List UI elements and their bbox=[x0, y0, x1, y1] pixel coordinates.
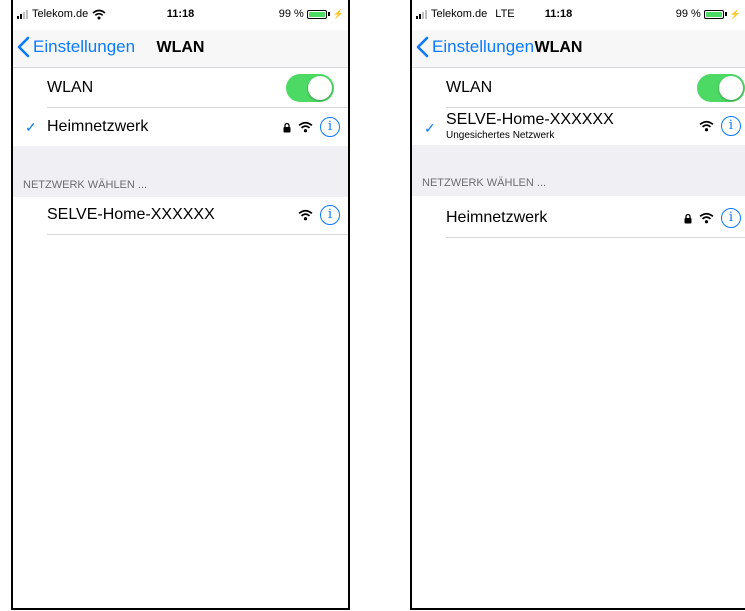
network-row[interactable]: SELVE-Home-XXXXXX i bbox=[13, 197, 348, 235]
battery-percent: 99 % bbox=[278, 8, 304, 20]
phone-screen-left: Telekom.de 11:18 99 % ⚡ Einstellungen WL… bbox=[11, 0, 350, 610]
phone-screen-right: Telekom.de LTE 11:18 99 % ⚡ Einstellunge… bbox=[410, 0, 745, 610]
connected-network-row[interactable]: ✓ Heimnetzwerk i bbox=[13, 108, 348, 146]
battery-icon bbox=[703, 9, 724, 19]
navigation-bar: Einstellungen WLAN bbox=[13, 30, 348, 68]
status-time: 11:18 bbox=[544, 8, 573, 20]
wlan-toggle-row: WLAN bbox=[13, 68, 348, 108]
checkmark-icon: ✓ bbox=[25, 119, 37, 135]
network-name: Heimnetzwerk bbox=[47, 118, 149, 135]
wlan-toggle[interactable] bbox=[697, 74, 745, 102]
network-name: SELVE-Home-XXXXXX bbox=[47, 206, 215, 223]
divider bbox=[446, 237, 745, 238]
section-header: NETZWERK WÄHLEN ... bbox=[23, 179, 148, 191]
checkmark-icon: ✓ bbox=[424, 120, 436, 136]
info-icon[interactable]: i bbox=[721, 208, 741, 228]
network-subtitle: Ungesichertes Netzwerk bbox=[446, 130, 555, 141]
charging-icon: ⚡ bbox=[332, 8, 344, 19]
network-row[interactable]: Heimnetzwerk i bbox=[412, 196, 745, 238]
wlan-toggle-row: WLAN bbox=[412, 68, 745, 108]
status-bar: Telekom.de 11:18 99 % ⚡ bbox=[13, 0, 348, 30]
section-gap: NETZWERK WÄHLEN ... bbox=[412, 145, 745, 196]
battery-icon bbox=[306, 9, 327, 19]
wifi-icon bbox=[699, 120, 714, 132]
info-icon[interactable]: i bbox=[320, 117, 340, 137]
wlan-label: WLAN bbox=[446, 79, 493, 96]
divider bbox=[47, 234, 348, 235]
toggle-knob bbox=[308, 76, 332, 100]
wifi-icon bbox=[298, 209, 313, 221]
page-title: WLAN bbox=[534, 39, 583, 56]
wlan-label: WLAN bbox=[47, 79, 94, 96]
lock-icon bbox=[283, 122, 291, 132]
wifi-icon bbox=[298, 121, 313, 133]
wlan-toggle[interactable] bbox=[286, 74, 334, 102]
network-name: Heimnetzwerk bbox=[446, 209, 548, 226]
connected-network-row[interactable]: ✓ SELVE-Home-XXXXXX Ungesichertes Netzwe… bbox=[412, 108, 745, 145]
lock-icon bbox=[684, 213, 692, 223]
wifi-icon bbox=[699, 212, 714, 224]
toggle-knob bbox=[719, 76, 743, 100]
navigation-bar: Einstellungen WLAN bbox=[412, 30, 745, 68]
battery-percent: 99 % bbox=[675, 8, 701, 20]
network-name: SELVE-Home-XXXXXX bbox=[446, 111, 614, 128]
page-title: WLAN bbox=[156, 39, 205, 56]
info-icon[interactable]: i bbox=[721, 116, 741, 136]
info-icon[interactable]: i bbox=[320, 205, 340, 225]
section-header: NETZWERK WÄHLEN ... bbox=[422, 177, 547, 189]
status-bar: Telekom.de LTE 11:18 99 % ⚡ bbox=[412, 0, 745, 30]
charging-icon: ⚡ bbox=[729, 8, 741, 19]
section-gap: NETZWERK WÄHLEN ... bbox=[13, 146, 348, 197]
